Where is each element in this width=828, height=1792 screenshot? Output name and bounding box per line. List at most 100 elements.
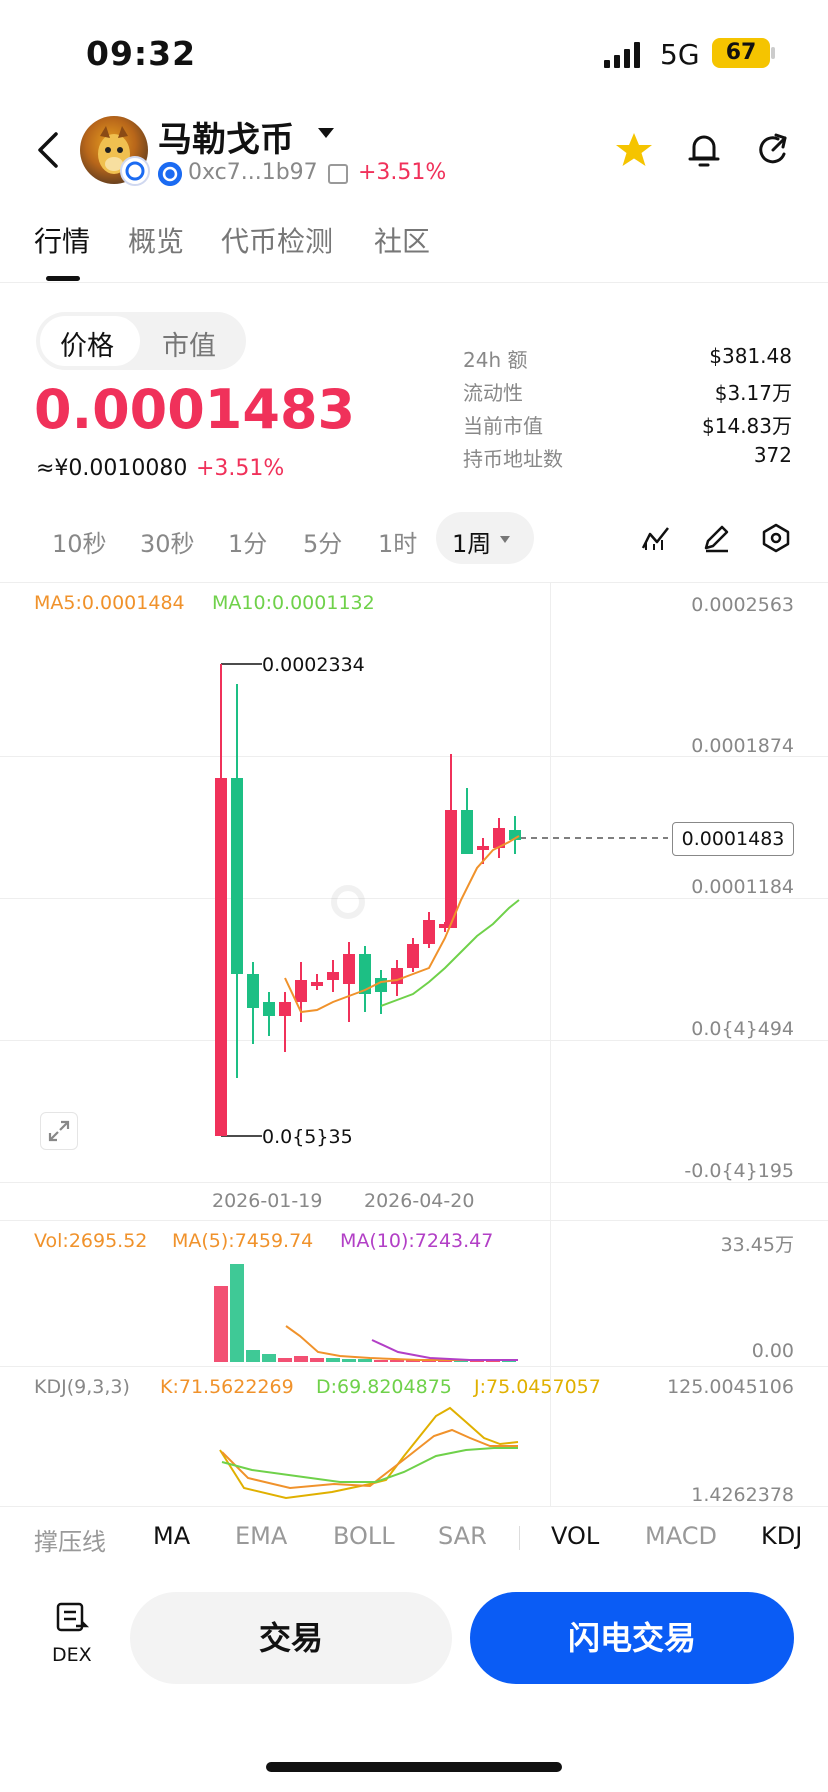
- toggle-market-cap[interactable]: 市值: [162, 324, 216, 363]
- back-icon[interactable]: [34, 130, 64, 170]
- timeframe-1w[interactable]: 1周: [452, 524, 491, 559]
- expand-icon[interactable]: [40, 1112, 78, 1150]
- candlestick-chart[interactable]: [0, 582, 828, 1182]
- dex-icon[interactable]: [54, 1600, 90, 1636]
- volume-bar: [214, 1286, 228, 1362]
- share-icon[interactable]: [756, 130, 792, 170]
- tab-token-check[interactable]: 代币检测: [221, 220, 333, 260]
- candle: [391, 968, 403, 984]
- candle: [445, 810, 457, 928]
- home-indicator: [266, 1762, 562, 1772]
- kdj-axis-top: 125.0045106: [667, 1376, 794, 1398]
- kdj-d-line: [221, 1447, 518, 1483]
- battery-tip: [771, 47, 775, 59]
- tab-indicator: [46, 276, 80, 281]
- kdj-chart: [219, 1406, 519, 1500]
- indicator-icon[interactable]: [640, 522, 672, 554]
- trade-button[interactable]: 交易: [130, 1592, 452, 1684]
- current-price-tag: 0.0001483: [672, 822, 794, 856]
- vol-legend: Vol:2695.52: [34, 1230, 148, 1252]
- header-change: +3.51%: [358, 160, 447, 185]
- timeframe-1m[interactable]: 1分: [228, 524, 267, 559]
- flash-trade-button[interactable]: 闪电交易: [470, 1592, 794, 1684]
- chevron-down-icon[interactable]: [318, 128, 334, 138]
- low-label: 0.0{5}35: [262, 1126, 353, 1148]
- kdj-d-legend: D:69.8204875: [316, 1376, 452, 1398]
- timeframe-10s[interactable]: 10秒: [52, 524, 107, 559]
- token-name[interactable]: 马勒戈币: [158, 112, 294, 161]
- volume-bar: [230, 1264, 244, 1362]
- kdj-j-line: [219, 1406, 519, 1500]
- tab-community[interactable]: 社区: [374, 220, 430, 260]
- chain-icon: [158, 162, 182, 186]
- tab-overview[interactable]: 概览: [128, 220, 184, 260]
- main-tabs: 行情 概览 代币检测 社区: [0, 220, 828, 283]
- indicator-ema[interactable]: EMA: [235, 1522, 287, 1550]
- chart-settings-icon[interactable]: [760, 522, 792, 554]
- dex-label[interactable]: DEX: [52, 1644, 92, 1666]
- candle: [477, 846, 489, 850]
- draw-icon[interactable]: [700, 522, 732, 554]
- volume-bar: [246, 1350, 260, 1362]
- candle: [263, 1002, 275, 1016]
- candle: [343, 954, 355, 984]
- battery-level: 67: [712, 38, 770, 68]
- indicator-boll[interactable]: BOLL: [333, 1522, 395, 1550]
- volume-bar: [342, 1359, 356, 1362]
- stat-value-volume: $381.48: [709, 344, 792, 368]
- stat-value-market-cap: $14.83万: [702, 414, 792, 438]
- stat-label-market-cap: 当前市值: [463, 414, 543, 438]
- gate-watermark-icon: [331, 885, 365, 919]
- grid-line: [0, 1366, 828, 1367]
- current-price: 0.0001483: [34, 378, 356, 441]
- indicator-kdj[interactable]: KDJ: [761, 1522, 802, 1550]
- candle: [461, 810, 473, 854]
- volume-bar: [310, 1358, 324, 1362]
- volume-chart: [214, 1264, 518, 1362]
- volume-bar: [326, 1358, 340, 1362]
- star-icon[interactable]: [614, 130, 654, 170]
- grid-line: [0, 1220, 828, 1221]
- vol-ma5-legend: MA(5):7459.74: [172, 1230, 314, 1252]
- indicator-divider: [519, 1526, 520, 1550]
- candle: [279, 1002, 291, 1016]
- indicator-vol[interactable]: VOL: [551, 1522, 599, 1550]
- status-time: 09:32: [86, 34, 197, 73]
- high-label: 0.0002334: [262, 654, 365, 676]
- candle: [423, 920, 435, 944]
- candle: [311, 982, 323, 986]
- grid-line: [0, 1506, 828, 1507]
- indicator-ma[interactable]: MA: [153, 1522, 190, 1550]
- tab-market[interactable]: 行情: [34, 220, 90, 260]
- kdj-k-legend: K:71.5622269: [160, 1376, 294, 1398]
- bell-icon[interactable]: [686, 130, 722, 170]
- stat-label-liquidity: 流动性: [463, 381, 523, 405]
- indicator-macd[interactable]: MACD: [645, 1522, 717, 1550]
- volume-ma5-line: [285, 1325, 518, 1361]
- x-axis-date: 2026-04-20: [364, 1190, 475, 1212]
- x-axis-date: 2026-01-19: [212, 1190, 323, 1212]
- network-type: 5G: [660, 38, 700, 71]
- stat-label-volume: 24h 额: [463, 348, 528, 372]
- toggle-price[interactable]: 价格: [60, 324, 114, 363]
- timeframe-5m[interactable]: 5分: [303, 524, 342, 559]
- candle: [231, 778, 243, 974]
- volume-bar: [262, 1354, 276, 1362]
- volume-bar: [294, 1356, 308, 1362]
- indicator-sar[interactable]: SAR: [438, 1522, 487, 1550]
- timeframe-caret-icon[interactable]: [500, 536, 510, 543]
- stat-label-holders: 持币地址数: [463, 447, 563, 471]
- chain-badge-icon: [120, 156, 150, 186]
- signal-icon: [604, 42, 640, 68]
- volume-bar: [390, 1360, 404, 1362]
- timeframe-1h[interactable]: 1时: [378, 524, 417, 559]
- volume-bar: [358, 1359, 372, 1362]
- timeframe-30s[interactable]: 30秒: [140, 524, 195, 559]
- candle: [247, 974, 259, 1008]
- kdj-j-legend: J:75.0457057: [474, 1376, 601, 1398]
- price-cny: ≈¥0.0010080: [36, 456, 188, 481]
- stat-value-holders: 372: [753, 443, 792, 467]
- copy-icon[interactable]: [328, 164, 348, 184]
- volume-bar: [374, 1360, 388, 1362]
- indicator-support-resistance[interactable]: 撑压线: [34, 1522, 106, 1557]
